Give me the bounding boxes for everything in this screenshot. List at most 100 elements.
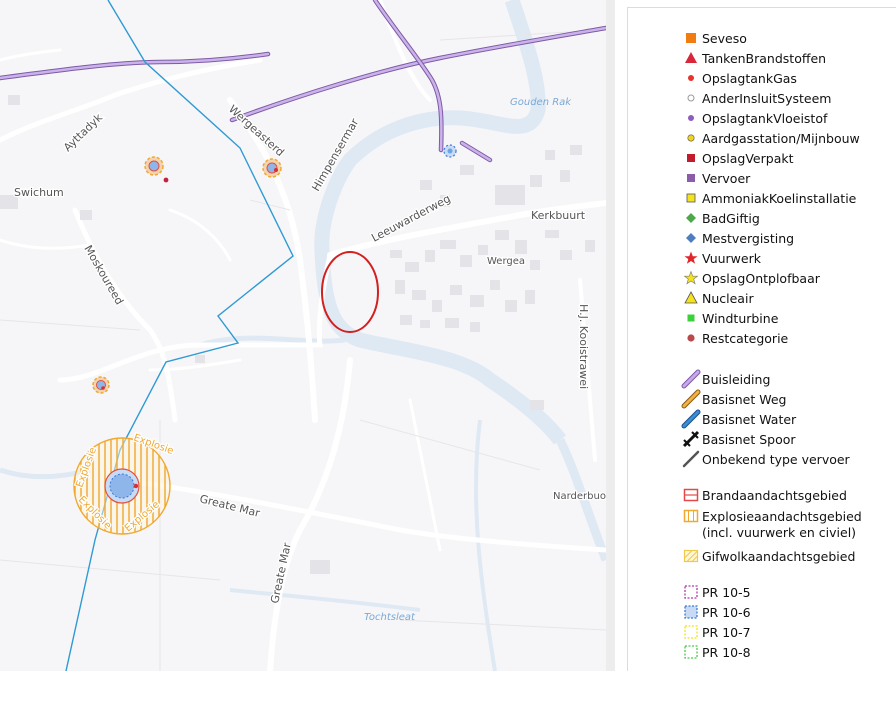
- legend-item-dot-purple: OpslagtankVloeistof: [681, 108, 827, 128]
- line-rail-icon: [681, 429, 701, 449]
- legend-item-triangle-red: TankenBrandstoffen: [681, 48, 826, 68]
- label-tochtsleat: Tochtsleat: [364, 612, 416, 623]
- circle-outline-icon: [681, 88, 701, 108]
- line-road-icon: [681, 389, 701, 409]
- label-gouden-rak: Gouden Rak: [510, 97, 572, 108]
- legend-label: Basisnet Water: [702, 411, 797, 427]
- area-toxic-icon: [681, 546, 701, 566]
- area-explosion-icon: [681, 506, 701, 526]
- square-purple-icon: [681, 168, 701, 188]
- triangle-yellow-icon: [681, 288, 701, 308]
- legend-item-diamond-blue: Mestvergisting: [681, 228, 794, 248]
- pr-blue-icon: [681, 602, 701, 622]
- label-hj-kooistrawei: H.J. Kooistrawei: [577, 304, 590, 389]
- legend-item-area-fire: Brandaandachtsgebied: [681, 485, 847, 505]
- legend-label: AnderInsluitSysteem: [702, 90, 832, 106]
- legend-item-square-yellow: AmmoniakKoelinstallatie: [681, 188, 856, 208]
- risk-site-marker[interactable]: [443, 144, 457, 158]
- legend-item-pr-purple: PR 10-5: [681, 582, 751, 602]
- legend-label: OpslagVerpakt: [702, 150, 794, 166]
- map-canvas[interactable]: Explosie Explosie Explosie Explosie Aytt…: [0, 0, 606, 671]
- panel-divider[interactable]: [606, 0, 615, 671]
- legend-label: PR 10-7: [702, 624, 751, 640]
- triangle-red-icon: [681, 48, 701, 68]
- label-swichum: Swichum: [14, 186, 64, 199]
- label-kerkbuurt: Kerkbuurt: [531, 209, 586, 222]
- legend-label: Aardgasstation/Mijnbouw: [702, 130, 860, 146]
- legend-item-area-explosion: Explosieaandachtsgebied: [681, 506, 862, 526]
- legend-label: PR 10-5: [702, 584, 751, 600]
- label-moskoureed: Moskoureed: [81, 243, 125, 307]
- dot-red-icon: [681, 68, 701, 88]
- dot-purple-icon: [681, 108, 701, 128]
- legend-item-line-water: Basisnet Water: [681, 409, 796, 429]
- legend-label: Basisnet Weg: [702, 391, 787, 407]
- legend-item-square-orange: Seveso: [681, 28, 747, 48]
- legend-border-left: [627, 8, 628, 671]
- legend-label: Windturbine: [702, 310, 779, 326]
- label-wergea: Wergea: [487, 256, 525, 267]
- legend-item-circle-outline: AnderInsluitSysteem: [681, 88, 831, 108]
- legend-item-line-unknown: Onbekend type vervoer: [681, 449, 850, 469]
- line-unknown-icon: [681, 449, 701, 469]
- map-svg: Explosie Explosie Explosie Explosie Aytt…: [0, 0, 606, 671]
- star-red-icon: [681, 248, 701, 268]
- legend-label: PR 10-8: [702, 644, 751, 660]
- legend-label: Vervoer: [702, 170, 751, 186]
- legend-label: Nucleair: [702, 290, 754, 306]
- legend-sublabel: (incl. vuurwerk en civiel): [702, 525, 857, 540]
- legend-item-dot-red: OpslagtankGas: [681, 68, 797, 88]
- label-narderbuorren: Narderbuor: [553, 491, 606, 502]
- legend-item-pr-yellow: PR 10-7: [681, 622, 751, 642]
- legend-label: Buisleiding: [702, 371, 771, 387]
- legend-label: OpslagtankVloeistof: [702, 110, 828, 126]
- square-green-icon: [681, 308, 701, 328]
- legend-label: Basisnet Spoor: [702, 431, 796, 447]
- legend-item-diamond-green: BadGiftig: [681, 208, 760, 228]
- legend-label: Restcategorie: [702, 330, 789, 346]
- legend-item-star-red: Vuurwerk: [681, 248, 761, 268]
- legend-label: Seveso: [702, 30, 747, 46]
- risk-site-marker[interactable]: [144, 156, 169, 183]
- legend-label: Explosieaandachtsgebied: [702, 508, 862, 524]
- area-fire-icon: [681, 485, 701, 505]
- square-orange-icon: [681, 28, 701, 48]
- star-yellow-icon: [681, 268, 701, 288]
- legend-item-square-purple: Vervoer: [681, 168, 750, 188]
- square-darkred-icon: [681, 148, 701, 168]
- pr-yellow-icon: [681, 622, 701, 642]
- legend-label: TankenBrandstoffen: [702, 50, 827, 66]
- label-ayttadyk: Ayttadyk: [61, 111, 105, 154]
- diamond-green-icon: [681, 208, 701, 228]
- square-yellow-icon: [681, 188, 701, 208]
- legend-label: Mestvergisting: [702, 230, 795, 246]
- risk-site-marker[interactable]: [92, 376, 110, 394]
- legend-item-pr-green: PR 10-8: [681, 642, 751, 662]
- legend-item-square-green: Windturbine: [681, 308, 778, 328]
- legend-item-triangle-yellow: Nucleair: [681, 288, 754, 308]
- legend-panel: Seveso TankenBrandstoffen OpslagtankGas And…: [615, 0, 896, 671]
- legend-label: Vuurwerk: [702, 250, 761, 266]
- risk-site-marker[interactable]: [262, 158, 282, 178]
- legend-label: Brandaandachtsgebied: [702, 487, 847, 503]
- legend-item-square-darkred: OpslagVerpakt: [681, 148, 794, 168]
- legend-item-dot-brown: Restcategorie: [681, 328, 788, 348]
- legend-label: BadGiftig: [702, 210, 760, 226]
- legend-item-line-rail: Basisnet Spoor: [681, 429, 796, 449]
- legend-item-dot-yellow: Aardgasstation/Mijnbouw: [681, 128, 860, 148]
- legend-label: PR 10-6: [702, 604, 751, 620]
- line-pipeline-icon: [681, 369, 701, 389]
- legend-item-line-road: Basisnet Weg: [681, 389, 786, 409]
- legend-label: OpslagtankGas: [702, 70, 797, 86]
- legend-item-line-pipeline: Buisleiding: [681, 369, 770, 389]
- dot-yellow-icon: [681, 128, 701, 148]
- legend-label: Gifwolkaandachtsgebied: [702, 548, 856, 564]
- legend-label: AmmoniakKoelinstallatie: [702, 190, 857, 206]
- line-water-icon: [681, 409, 701, 429]
- pr-purple-icon: [681, 582, 701, 602]
- legend-item-star-yellow: OpslagOntplofbaar: [681, 268, 820, 288]
- legend-border-top: [627, 7, 896, 8]
- pr-green-icon: [681, 642, 701, 662]
- dot-brown-icon: [681, 328, 701, 348]
- legend-item-area-toxic: Gifwolkaandachtsgebied: [681, 546, 855, 566]
